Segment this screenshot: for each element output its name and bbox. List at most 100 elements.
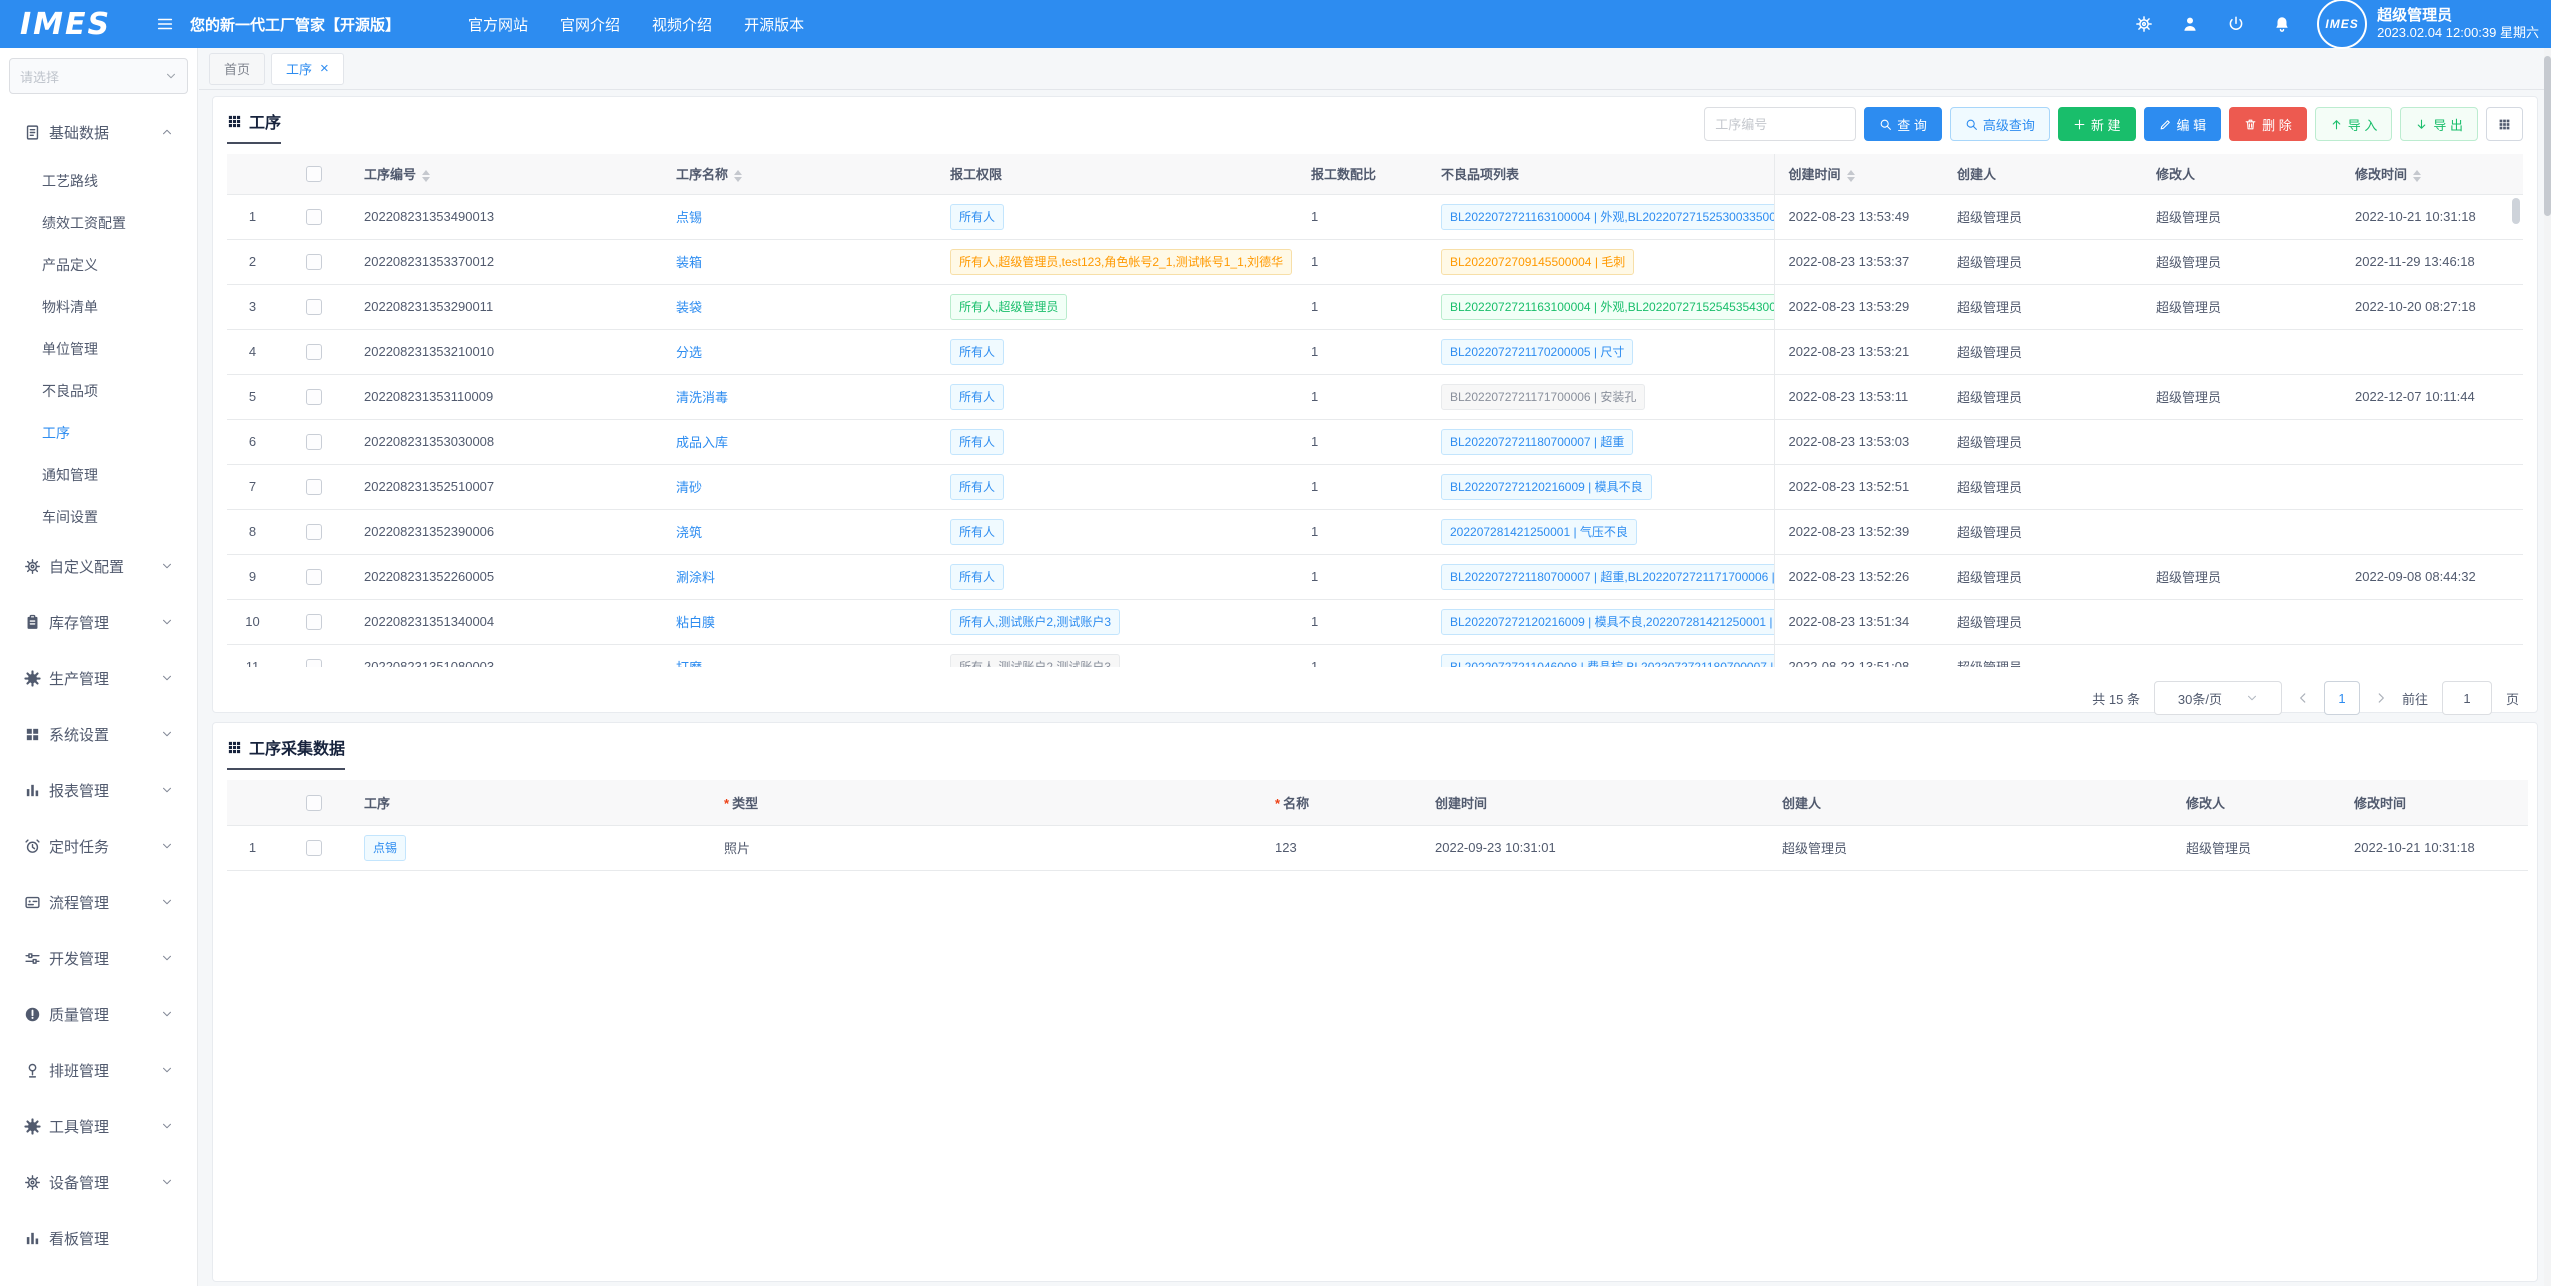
process-name-link[interactable]: 清洗消毒 xyxy=(676,390,728,405)
nav-link-official-site[interactable]: 官方网站 xyxy=(468,14,528,35)
sidebar-item-notification[interactable]: 通知管理 xyxy=(0,454,197,496)
sort-icon[interactable] xyxy=(734,170,742,182)
sidebar-item-process[interactable]: 工序 xyxy=(0,412,197,454)
row-checkbox[interactable] xyxy=(306,569,322,585)
process-header-created_at[interactable]: 创建时间 xyxy=(1774,154,1943,194)
sidebar-group-inventory[interactable]: 库存管理 xyxy=(0,594,197,650)
nav-link-video-intro[interactable]: 视频介绍 xyxy=(652,14,712,35)
sidebar-item-defect-items[interactable]: 不良品项 xyxy=(0,370,197,412)
nav-link-opensource-version[interactable]: 开源版本 xyxy=(744,14,804,35)
export-button[interactable]: 导 出 xyxy=(2400,107,2478,141)
sidebar-item-product-definition[interactable]: 产品定义 xyxy=(0,244,197,286)
close-icon[interactable]: × xyxy=(320,61,329,76)
process-cell-checkbox xyxy=(278,284,350,329)
sidebar-group-shift[interactable]: 排班管理 xyxy=(0,1042,197,1098)
process-cell-created_by: 超级管理员 xyxy=(1943,284,2142,329)
create-button[interactable]: 新 建 xyxy=(2058,107,2136,141)
select-all-checkbox[interactable] xyxy=(306,795,322,811)
page-scrollbar-thumb[interactable] xyxy=(2544,56,2551,216)
process-cell-defects: BL2022072721171700006 | 安装孔 xyxy=(1427,374,1774,419)
sidebar-group-basic-data[interactable]: 基础数据 xyxy=(0,104,197,160)
row-checkbox[interactable] xyxy=(306,840,322,856)
column-setting-button[interactable] xyxy=(2486,107,2523,141)
process-name-link[interactable]: 成品入库 xyxy=(676,435,728,450)
process-name-link[interactable]: 分选 xyxy=(676,345,702,360)
gear-icon[interactable] xyxy=(2135,15,2153,33)
sidebar-item-performance-wage[interactable]: 绩效工资配置 xyxy=(0,202,197,244)
process-cell-name: 装箱 xyxy=(662,239,936,284)
sidebar-group-custom-config[interactable]: 自定义配置 xyxy=(0,538,197,594)
process-header-name[interactable]: 工序名称 xyxy=(662,154,936,194)
row-checkbox[interactable] xyxy=(306,344,322,360)
table-scrollbar[interactable] xyxy=(2512,198,2520,224)
sort-icon[interactable] xyxy=(422,170,430,182)
search-button[interactable]: 查 询 xyxy=(1864,107,1942,141)
page-size-select[interactable]: 30条/页 xyxy=(2154,681,2282,715)
process-name-link[interactable]: 装袋 xyxy=(676,300,702,315)
advanced-search-button[interactable]: 高级查询 xyxy=(1950,107,2050,141)
sidebar-group-dashboard[interactable]: 看板管理 xyxy=(0,1210,197,1266)
tab-home[interactable]: 首页 xyxy=(209,53,265,85)
row-checkbox[interactable] xyxy=(306,389,322,405)
sort-icon[interactable] xyxy=(1847,170,1855,182)
goto-page-input[interactable] xyxy=(2442,681,2492,715)
row-checkbox[interactable] xyxy=(306,299,322,315)
bell-icon[interactable] xyxy=(2273,15,2291,33)
process-cell-ratio: 1 xyxy=(1297,194,1427,239)
process-header-modified_at[interactable]: 修改时间 xyxy=(2341,154,2523,194)
process-name-link[interactable]: 装箱 xyxy=(676,255,702,270)
username: 超级管理员 xyxy=(2377,6,2539,26)
sidebar-item-bom[interactable]: 物料清单 xyxy=(0,286,197,328)
process-name-link[interactable]: 点锡 xyxy=(676,210,702,225)
process-name-link[interactable]: 涮涂料 xyxy=(676,570,715,585)
process-cell-index: 3 xyxy=(227,284,278,329)
sidebar-group-quality[interactable]: 质量管理 xyxy=(0,986,197,1042)
process-row: 4202208231353210010分选所有人1BL2022072721170… xyxy=(227,329,2523,374)
row-checkbox[interactable] xyxy=(306,524,322,540)
process-name-link[interactable]: 粘白膜 xyxy=(676,615,715,630)
sidebar-group-label: 系统设置 xyxy=(49,724,109,745)
row-checkbox[interactable] xyxy=(306,614,322,630)
tab-process[interactable]: 工序× xyxy=(271,53,344,85)
process-cell-code: 202208231351340004 xyxy=(350,599,662,644)
sidebar-group-reports[interactable]: 报表管理 xyxy=(0,762,197,818)
sidebar-group-workflow[interactable]: 流程管理 xyxy=(0,874,197,930)
process-name-link[interactable]: 清砂 xyxy=(676,480,702,495)
sidebar-item-unit-mgmt[interactable]: 单位管理 xyxy=(0,328,197,370)
next-page-button[interactable] xyxy=(2374,691,2388,705)
import-button[interactable]: 导 入 xyxy=(2315,107,2393,141)
process-header-code[interactable]: 工序编号 xyxy=(350,154,662,194)
edit-button[interactable]: 编 辑 xyxy=(2144,107,2222,141)
sidebar-group-tools[interactable]: 工具管理 xyxy=(0,1098,197,1154)
sidebar-item-workshop-settings[interactable]: 车间设置 xyxy=(0,496,197,538)
row-checkbox[interactable] xyxy=(306,254,322,270)
process-name-link[interactable]: 打磨 xyxy=(676,660,702,667)
sidebar-group-equipment[interactable]: 设备管理 xyxy=(0,1154,197,1210)
page-number[interactable]: 1 xyxy=(2324,681,2360,715)
sidebar-group-production[interactable]: 生产管理 xyxy=(0,650,197,706)
row-checkbox[interactable] xyxy=(306,209,322,225)
process-cell-code: 202208231353210010 xyxy=(350,329,662,374)
prev-page-button[interactable] xyxy=(2296,691,2310,705)
sidebar-item-process-route[interactable]: 工艺路线 xyxy=(0,160,197,202)
power-icon[interactable] xyxy=(2227,15,2245,33)
sort-icon[interactable] xyxy=(2413,170,2421,182)
select-all-checkbox[interactable] xyxy=(306,166,322,182)
row-checkbox[interactable] xyxy=(306,479,322,495)
row-checkbox[interactable] xyxy=(306,659,322,667)
delete-button[interactable]: 删 除 xyxy=(2229,107,2307,141)
avatar[interactable]: IMES xyxy=(2317,0,2367,49)
process-cell-checkbox xyxy=(278,194,350,239)
process-name-link[interactable]: 浇筑 xyxy=(676,525,702,540)
process-cell-checkbox xyxy=(278,329,350,374)
sidebar-group-scheduled-tasks[interactable]: 定时任务 xyxy=(0,818,197,874)
row-checkbox[interactable] xyxy=(306,434,322,450)
user-icon[interactable] xyxy=(2181,15,2199,33)
sidebar-select[interactable]: 请选择 xyxy=(9,58,188,94)
sidebar-group-system-settings[interactable]: 系统设置 xyxy=(0,706,197,762)
search-input[interactable] xyxy=(1704,107,1856,141)
nav-link-site-intro[interactable]: 官网介绍 xyxy=(560,14,620,35)
page-scrollbar[interactable] xyxy=(2544,48,2551,1286)
sidebar-group-development[interactable]: 开发管理 xyxy=(0,930,197,986)
sidebar-toggle-icon[interactable] xyxy=(156,15,174,33)
